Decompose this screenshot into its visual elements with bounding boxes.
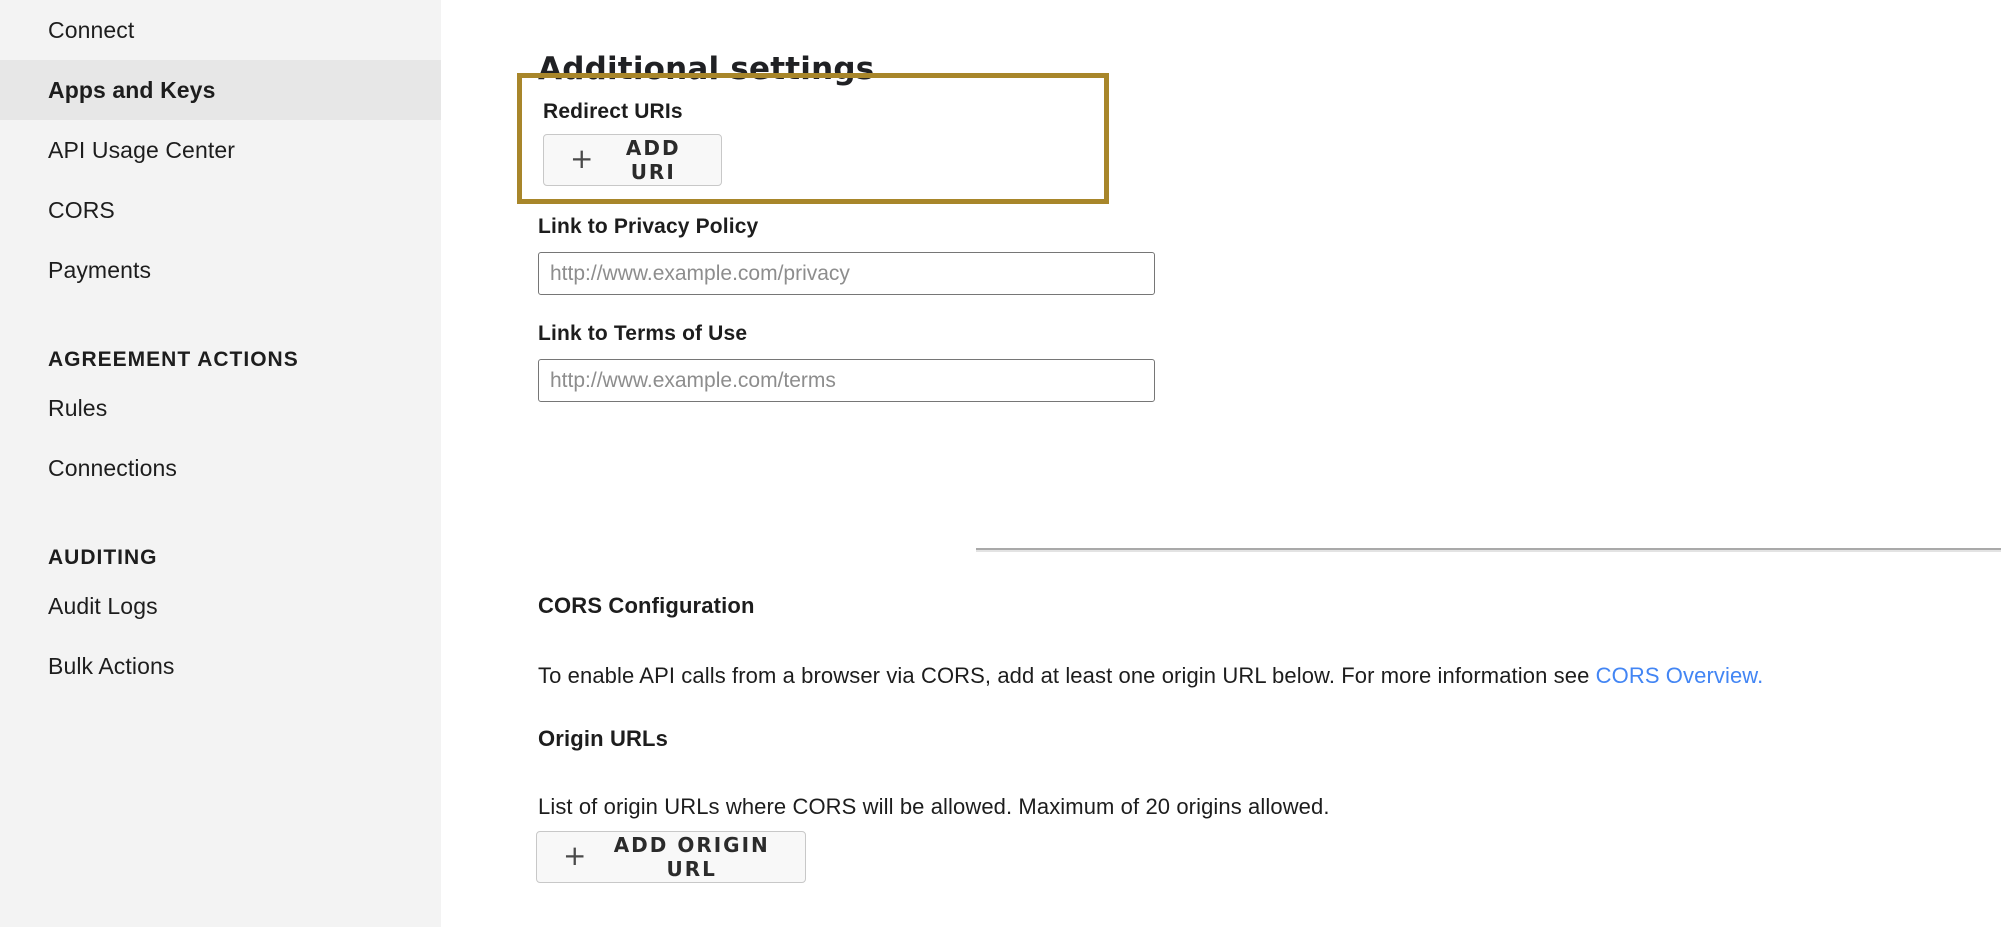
privacy-policy-field-group: Link to Privacy Policy	[538, 215, 1155, 295]
sidebar-group-label: AGREEMENT ACTIONS	[48, 348, 299, 372]
sidebar-item-label: Payments	[48, 257, 151, 284]
sidebar-item-label: Connect	[48, 17, 134, 44]
sidebar-item-connections[interactable]: Connections	[0, 438, 441, 498]
section-divider-shadow	[976, 550, 2001, 552]
add-origin-url-button[interactable]: + ADD ORIGIN URL	[536, 831, 806, 883]
sidebar-item-label: Connections	[48, 455, 177, 482]
sidebar-item-label: CORS	[48, 197, 115, 224]
cors-overview-link[interactable]: CORS Overview.	[1596, 663, 1764, 688]
sidebar-spacer	[0, 300, 441, 318]
sidebar-group-agreement-actions: AGREEMENT ACTIONS	[0, 318, 441, 378]
sidebar-item-connect[interactable]: Connect	[0, 0, 441, 60]
sidebar-item-audit-logs[interactable]: Audit Logs	[0, 576, 441, 636]
sidebar-item-api-usage-center[interactable]: API Usage Center	[0, 120, 441, 180]
origin-urls-description: List of origin URLs where CORS will be a…	[538, 794, 1330, 820]
sidebar-item-cors[interactable]: CORS	[0, 180, 441, 240]
terms-of-use-input[interactable]	[538, 359, 1155, 402]
sidebar-item-label: Apps and Keys	[48, 77, 215, 104]
cors-description: To enable API calls from a browser via C…	[538, 663, 1763, 689]
sidebar-group-auditing: AUDITING	[0, 516, 441, 576]
privacy-policy-input[interactable]	[538, 252, 1155, 295]
sidebar-item-rules[interactable]: Rules	[0, 378, 441, 438]
redirect-uris-label: Redirect URIs	[543, 100, 683, 124]
cors-configuration-heading: CORS Configuration	[538, 593, 755, 619]
add-origin-url-button-label: ADD ORIGIN URL	[604, 833, 779, 881]
sidebar-item-payments[interactable]: Payments	[0, 240, 441, 300]
terms-of-use-field-group: Link to Terms of Use	[538, 322, 1155, 402]
sidebar-item-label: Audit Logs	[48, 593, 158, 620]
sidebar-item-bulk-actions[interactable]: Bulk Actions	[0, 636, 441, 696]
redirect-uris-highlight-box: Redirect URIs + ADD URI	[517, 73, 1109, 204]
sidebar-item-label: Rules	[48, 395, 107, 422]
terms-of-use-label: Link to Terms of Use	[538, 322, 1155, 346]
plus-icon: +	[563, 842, 586, 870]
sidebar-spacer	[0, 498, 441, 516]
privacy-policy-label: Link to Privacy Policy	[538, 215, 1155, 239]
sidebar-item-apps-and-keys[interactable]: Apps and Keys	[0, 60, 441, 120]
sidebar-item-label: API Usage Center	[48, 137, 235, 164]
sidebar-group-label: AUDITING	[48, 546, 158, 570]
origin-urls-label: Origin URLs	[538, 726, 668, 752]
add-uri-button[interactable]: + ADD URI	[543, 134, 722, 186]
cors-description-text: To enable API calls from a browser via C…	[538, 663, 1596, 688]
main-content: Additional settings Redirect URIs + ADD …	[441, 0, 2001, 927]
sidebar-navigation: Connect Apps and Keys API Usage Center C…	[0, 0, 441, 927]
add-uri-button-label: ADD URI	[611, 136, 695, 184]
sidebar-item-label: Bulk Actions	[48, 653, 175, 680]
plus-icon: +	[570, 145, 593, 173]
app-root: Connect Apps and Keys API Usage Center C…	[0, 0, 2001, 927]
